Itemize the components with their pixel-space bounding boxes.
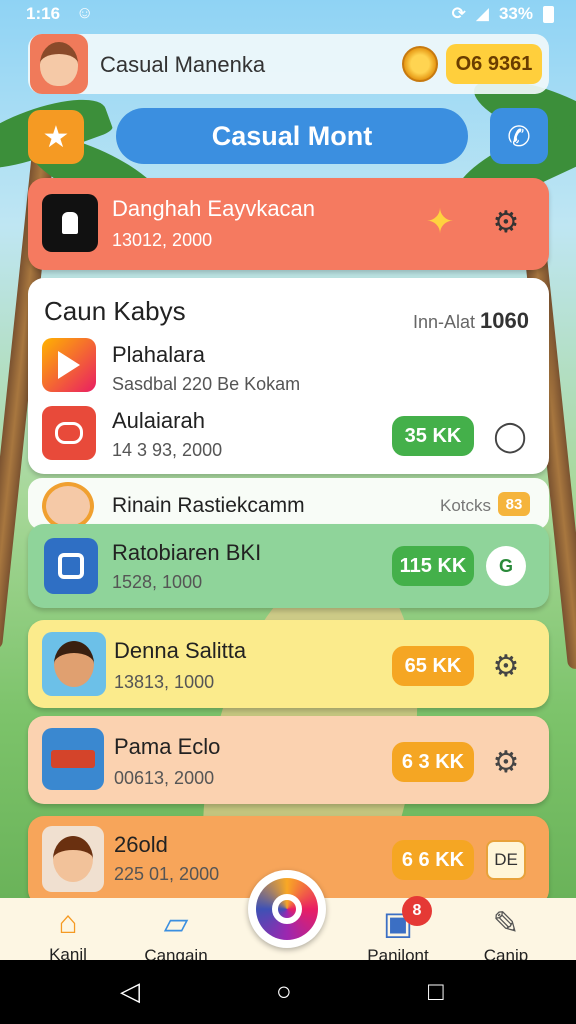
system-nav-bar: ◁ ○ □ [0, 960, 576, 1024]
call-button[interactable]: ✆ [490, 108, 548, 164]
grade-badge[interactable]: G [486, 546, 526, 586]
chat-app-icon [42, 406, 96, 460]
notification-badge: 8 [402, 896, 432, 926]
message-icon[interactable]: ◯ [490, 416, 530, 456]
list-item-title: Rinain Rastiekcamm [112, 494, 305, 517]
coin-balance[interactable]: O6 9361 [446, 44, 542, 84]
card-subtitle: 225 01, 2000 [114, 864, 220, 884]
battery-percent: 33% [498, 4, 533, 23]
game-card[interactable]: Denna Salitta 13813, 1000 65 KK ⚙ [28, 620, 549, 708]
center-action-button[interactable] [248, 870, 326, 948]
back-icon[interactable]: ◁ [120, 976, 140, 1007]
game-card[interactable]: Ratobiaren BKI 1528, 1000 115 KK G [28, 524, 549, 608]
recents-icon[interactable]: □ [428, 976, 444, 1007]
home-icon: ⌂ [58, 904, 78, 940]
gear-icon[interactable]: ⚙ [486, 646, 526, 686]
nav-item-home[interactable]: ⌂ Kanil [18, 904, 118, 965]
coin-icon [402, 46, 438, 82]
list-item-subtitle: 14 3 93, 2000 [112, 440, 223, 460]
list-item-title: Plahalara [112, 342, 205, 367]
avatar [42, 632, 106, 696]
price-pill[interactable]: 65 KK [392, 646, 474, 686]
gear-icon[interactable]: ⚙ [486, 742, 526, 782]
inbox-icon: ▣ [382, 905, 414, 941]
app-icon [42, 728, 104, 790]
list-heading: Caun Kabys [44, 296, 186, 326]
status-bar: 1:16 ☺ ⟳ ◢ 33% [0, 0, 576, 30]
price-pill[interactable]: 6 6 KK [392, 840, 474, 880]
tag-badge[interactable]: DE [486, 840, 526, 880]
phone-icon: ✆ [507, 120, 531, 152]
wifi-icon: ◢ [475, 4, 489, 23]
card-title: Ratobiaren BKI [112, 540, 262, 565]
chat-icon: ✎ [492, 905, 520, 941]
list-meta: Inn-Alat 1060 [412, 308, 529, 333]
app-icon [44, 538, 98, 594]
price-pill[interactable]: 115 KK [392, 546, 474, 586]
avatar[interactable] [30, 34, 88, 94]
document-icon: ▱ [163, 905, 189, 941]
price-pill[interactable]: 6 3 KK [392, 742, 474, 782]
nav-item-chat[interactable]: ✎ Canip [456, 904, 556, 966]
play-icon [42, 338, 96, 392]
star-icon: ★ [42, 120, 70, 154]
nav-item-panel[interactable]: ▣ Panilont [348, 904, 448, 966]
card-title: 26old [114, 832, 168, 857]
gear-icon[interactable]: ⚙ [486, 202, 526, 242]
notification-icon: ☺ [76, 3, 94, 22]
avatar [42, 826, 104, 892]
spark-icon[interactable]: ✦ [420, 202, 460, 242]
featured-subtitle: 13012, 2000 [112, 230, 213, 250]
price-pill[interactable]: 35 KK [392, 416, 474, 456]
game-card[interactable]: Pama Eclo 00613, 2000 6 3 KK ⚙ [28, 716, 549, 804]
list-panel: Caun Kabys Inn-Alat 1060 Plahalara Sasdb… [28, 278, 549, 474]
level-badge: 83 [498, 492, 530, 516]
card-subtitle: 13813, 1000 [114, 672, 215, 692]
card-title: Pama Eclo [114, 734, 221, 759]
featured-title: Danghah Eayvkacan [112, 196, 316, 221]
profile-name: Casual Manenka [100, 52, 266, 77]
status-time: 1:16 [26, 4, 61, 23]
list-item-subtitle: Sasdbal 220 Be Kokam [112, 374, 301, 394]
page-title: Casual Mont [116, 108, 468, 164]
card-title: Denna Salitta [114, 638, 247, 663]
profile-header: Casual Manenka O6 9361 [28, 34, 549, 94]
list-item-meta: Kotcks [440, 496, 492, 515]
card-subtitle: 00613, 2000 [114, 768, 215, 788]
sync-icon: ⟳ [451, 4, 466, 23]
favorites-button[interactable]: ★ [28, 110, 84, 164]
home-circle-icon[interactable]: ○ [276, 976, 292, 1007]
camera-icon [256, 878, 318, 940]
list-item-title: Aulaiarah [112, 408, 205, 433]
app-icon [42, 194, 98, 252]
nav-item-campaign[interactable]: ▱ Cangain [126, 904, 226, 966]
battery-icon [543, 5, 554, 23]
card-subtitle: 1528, 1000 [112, 572, 203, 592]
featured-card[interactable]: Danghah Eayvkacan 13012, 2000 ✦ ⚙ [28, 178, 549, 270]
avatar [42, 482, 94, 530]
list-item[interactable]: Rinain Rastiekcamm Kotcks 83 [28, 478, 549, 530]
